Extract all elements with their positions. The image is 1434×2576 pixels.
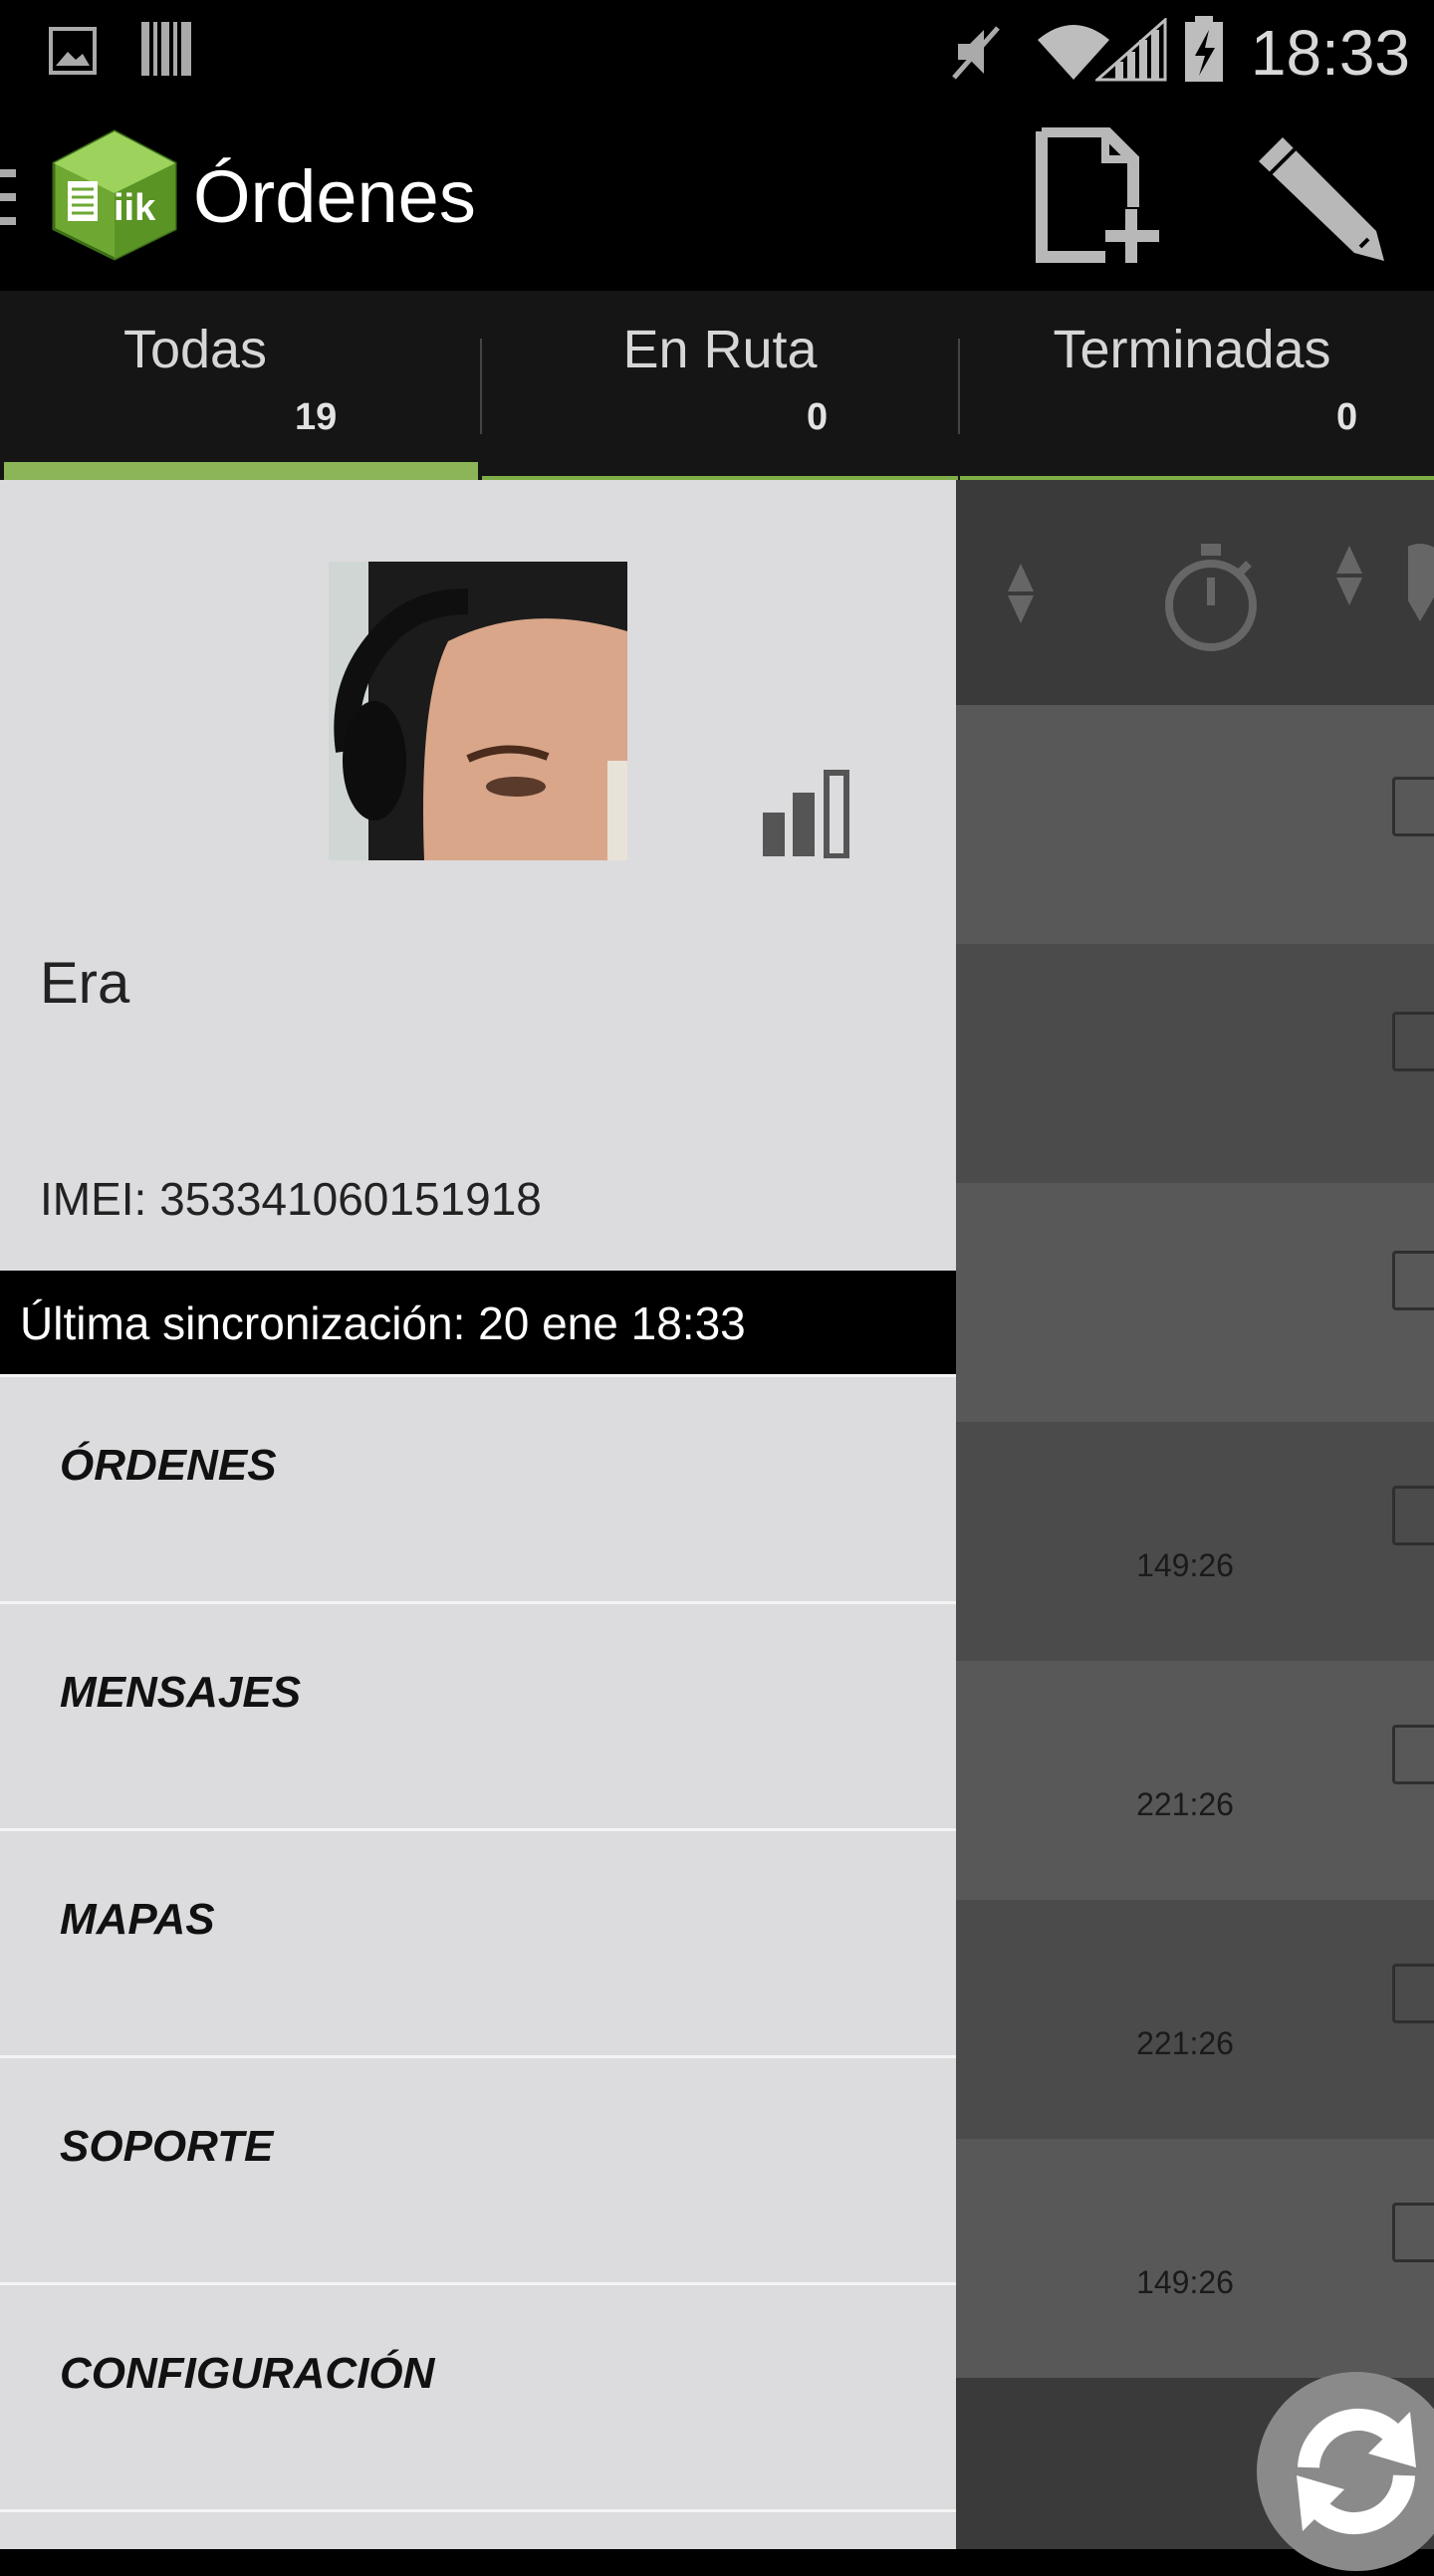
row-checkbox[interactable] — [1392, 2203, 1434, 2262]
row-checkbox[interactable] — [1392, 1251, 1434, 1310]
tab-count: 19 — [295, 396, 338, 438]
user-name: Era — [40, 951, 130, 1016]
avatar — [329, 562, 627, 860]
mute-icon — [952, 26, 1000, 80]
table-row[interactable] — [956, 1422, 1434, 1661]
row-elapsed-time: 221:26 — [1136, 2025, 1234, 2061]
tab-label: Terminadas — [1053, 320, 1331, 379]
status-bar: 18:33 — [0, 0, 1434, 100]
drawer-item-label: CONFIGURACIÓN — [60, 2349, 435, 2398]
tab-label: Todas — [122, 320, 268, 379]
table-row[interactable] — [956, 705, 1434, 944]
drawer-item-configuracion[interactable]: CONFIGURACIÓN — [0, 2282, 956, 2507]
last-sync-text: Última sincronización: 20 ene 18:33 — [20, 1297, 746, 1349]
table-row[interactable] — [956, 1183, 1434, 1422]
profile-photo — [329, 562, 627, 860]
edit-pencil-icon[interactable] — [1251, 129, 1390, 265]
table-row[interactable] — [956, 2139, 1434, 2378]
list-header — [956, 480, 1434, 705]
table-row[interactable] — [956, 1900, 1434, 2139]
new-document-icon[interactable] — [1036, 127, 1165, 267]
drawer-item-next[interactable] — [0, 2509, 956, 2549]
drawer-indicator-icon[interactable] — [0, 165, 20, 229]
location-pin-icon[interactable] — [1408, 542, 1434, 621]
signal-icon — [1095, 18, 1167, 82]
navigation-drawer: Era IMEI: 353341060151918 Última sincron… — [0, 480, 956, 2549]
image-icon — [49, 27, 97, 75]
barcode-icon — [141, 22, 191, 76]
tab-active-indicator — [4, 462, 478, 480]
page-title: Órdenes — [193, 155, 476, 238]
battery-charging-icon — [1185, 16, 1223, 82]
app-logo[interactable]: iik — [50, 129, 179, 261]
drawer-item-label: MENSAJES — [60, 1668, 302, 1717]
signal-strength-icon — [763, 770, 849, 858]
drawer-item-ordenes[interactable]: ÓRDENES — [0, 1374, 956, 1599]
status-time: 18:33 — [1250, 17, 1410, 89]
row-checkbox[interactable] — [1392, 1012, 1434, 1071]
sort-icon[interactable] — [1006, 564, 1036, 623]
tab-en-ruta[interactable]: En Ruta 0 — [482, 291, 958, 480]
row-checkbox[interactable] — [1392, 1964, 1434, 2023]
row-elapsed-time: 149:26 — [1136, 2264, 1234, 2300]
sort-icon[interactable] — [1334, 546, 1364, 605]
tab-todas[interactable]: Todas 19 — [0, 291, 480, 480]
drawer-item-mensajes[interactable]: MENSAJES — [0, 1601, 956, 1826]
app-logo-text: iik — [114, 187, 156, 229]
tab-label: En Ruta — [622, 320, 818, 379]
device-imei: IMEI: 353341060151918 — [40, 1173, 542, 1225]
drawer-item-soporte[interactable]: SOPORTE — [0, 2055, 956, 2280]
drawer-item-mapas[interactable]: MAPAS — [0, 1828, 956, 2053]
row-checkbox[interactable] — [1392, 1725, 1434, 1784]
tab-count: 0 — [1336, 396, 1358, 438]
row-checkbox[interactable] — [1392, 1486, 1434, 1545]
drawer-item-label: MAPAS — [60, 1895, 215, 1944]
row-checkbox[interactable] — [1392, 777, 1434, 836]
timer-icon[interactable] — [1161, 540, 1261, 655]
row-elapsed-time: 149:26 — [1136, 1547, 1234, 1583]
drawer-item-label: ÓRDENES — [60, 1441, 277, 1490]
refresh-icon — [1297, 2408, 1416, 2535]
tab-terminadas[interactable]: Terminadas 0 — [960, 291, 1434, 480]
tab-bar: Todas 19 En Ruta 0 Terminadas 0 — [0, 291, 1434, 480]
refresh-button[interactable] — [1257, 2372, 1434, 2571]
row-elapsed-time: 221:26 — [1136, 1786, 1234, 1822]
table-row[interactable] — [956, 1661, 1434, 1900]
drawer-item-label: SOPORTE — [60, 2122, 274, 2171]
table-row[interactable] — [956, 944, 1434, 1183]
action-bar: iik Órdenes — [0, 100, 1434, 291]
sync-status-bar: Última sincronización: 20 ene 18:33 — [0, 1271, 956, 1374]
tab-count: 0 — [807, 396, 829, 438]
